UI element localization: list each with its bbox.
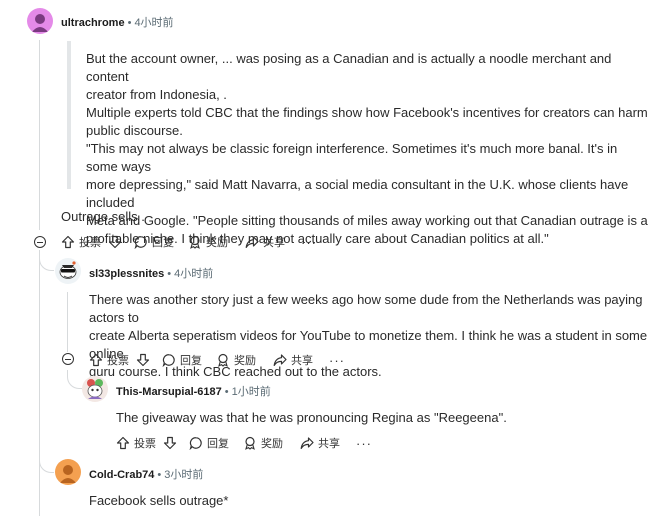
reply-button[interactable]: 回复	[162, 352, 202, 368]
downvote-button[interactable]	[136, 353, 150, 367]
award-icon	[190, 235, 200, 249]
separator-dot: •	[224, 386, 229, 398]
reply-button[interactable]: 回复	[189, 435, 229, 451]
share-icon	[245, 236, 259, 248]
separator-dot: •	[167, 268, 172, 280]
snoo-avatar-icon	[87, 379, 103, 399]
share-label: 共享	[291, 355, 313, 367]
timestamp[interactable]: 3小时前	[164, 469, 203, 481]
avatar[interactable]	[55, 459, 81, 485]
comment-text: The giveaway was that he was pronouncing…	[116, 410, 507, 425]
upvote-button[interactable]: 投票	[61, 234, 101, 250]
avatar[interactable]	[55, 258, 81, 284]
speech-bubble-icon	[162, 354, 175, 367]
quote-line: "This may not always be classic foreign …	[86, 141, 618, 174]
reply-label: 回复	[207, 438, 229, 450]
arrow-down-icon	[136, 353, 150, 367]
share-button[interactable]: 共享	[245, 234, 285, 250]
comment-meta: ultrachrome • 4小时前	[61, 14, 174, 30]
comment-text: Facebook sells outrage*	[89, 493, 229, 508]
reply-label: 回复	[180, 355, 202, 367]
vote-label: 投票	[134, 438, 156, 450]
arrow-up-icon	[89, 353, 103, 367]
share-button[interactable]: 共享	[300, 435, 340, 451]
thread-line-main-lower	[39, 250, 40, 516]
thread-line-main	[39, 40, 40, 230]
username[interactable]: ultrachrome	[61, 17, 125, 29]
award-label: 奖励	[206, 237, 228, 249]
thread-curve-3	[67, 370, 82, 389]
quote-line: public discourse.	[86, 123, 183, 138]
comment-meta: sl33plessnites • 4小时前	[89, 265, 213, 281]
quote-line: creator from Indonesia, .	[86, 87, 227, 102]
reply-button[interactable]: 回复	[134, 234, 174, 250]
arrow-up-icon	[61, 235, 75, 249]
thread-curve-4	[39, 452, 54, 473]
quote-line: Multiple experts told CBC that the findi…	[86, 105, 648, 120]
comment-meta: This-Marsupial-6187 • 1小时前	[116, 383, 271, 399]
comment-text: Outrage sells .	[61, 209, 145, 224]
comment-actions: 投票 回复 奖励 共享 ···	[61, 233, 317, 251]
blockquote: But the account owner, ... was posing as…	[67, 41, 651, 246]
thread-line-sub	[67, 292, 68, 352]
share-icon	[300, 437, 314, 449]
upvote-button[interactable]: 投票	[89, 352, 129, 368]
award-icon	[218, 353, 228, 367]
thread-curve-1	[39, 252, 54, 271]
username[interactable]: This-Marsupial-6187	[116, 386, 222, 398]
more-options-button[interactable]: ···	[356, 436, 372, 451]
timestamp[interactable]: 4小时前	[174, 268, 213, 280]
avatar[interactable]	[27, 8, 53, 34]
collapse-thread-button[interactable]	[62, 353, 74, 365]
share-icon	[273, 354, 287, 366]
share-label: 共享	[318, 438, 340, 450]
share-button[interactable]: 共享	[273, 352, 313, 368]
arrow-down-icon	[108, 235, 122, 249]
user-avatar-icon	[32, 14, 48, 32]
quote-line: Meta and Google. "People sitting thousan…	[86, 213, 648, 228]
avatar[interactable]	[82, 376, 108, 402]
speech-bubble-icon	[134, 236, 147, 249]
timestamp[interactable]: 1小时前	[232, 386, 271, 398]
award-label: 奖励	[234, 355, 256, 367]
more-options-button[interactable]: ···	[329, 353, 345, 368]
speech-bubble-icon	[189, 437, 202, 450]
comment-meta: Cold-Crab74 • 3小时前	[89, 466, 203, 482]
timestamp[interactable]: 4小时前	[134, 17, 173, 29]
quote-line: more depressing," said Matt Navarra, a s…	[86, 177, 629, 210]
comment-line: There was another story just a few weeks…	[89, 292, 643, 325]
username[interactable]: Cold-Crab74	[89, 469, 154, 481]
award-button[interactable]: 奖励	[216, 352, 256, 368]
username[interactable]: sl33plessnites	[89, 268, 164, 280]
award-icon	[245, 436, 255, 450]
separator-dot: •	[127, 17, 132, 29]
arrow-down-icon	[163, 436, 177, 450]
award-button[interactable]: 奖励	[243, 435, 283, 451]
user-avatar-icon	[60, 465, 76, 483]
arrow-up-icon	[116, 436, 130, 450]
award-button[interactable]: 奖励	[188, 234, 228, 250]
comment-actions: 投票 回复 奖励 共享 ···	[89, 351, 345, 369]
quote-line: But the account owner, ... was posing as…	[86, 51, 612, 84]
comment-actions: 投票 回复 奖励 共享 ···	[116, 434, 372, 452]
share-label: 共享	[263, 237, 285, 249]
vote-label: 投票	[79, 237, 101, 249]
reply-label: 回复	[152, 237, 174, 249]
snoo-avatar-icon	[59, 261, 77, 279]
downvote-button[interactable]	[163, 436, 177, 450]
more-options-button[interactable]: ···	[301, 235, 317, 250]
upvote-button[interactable]: 投票	[116, 435, 156, 451]
collapse-thread-button[interactable]	[34, 236, 46, 248]
separator-dot: •	[157, 469, 162, 481]
award-label: 奖励	[261, 438, 283, 450]
vote-label: 投票	[107, 355, 129, 367]
downvote-button[interactable]	[108, 235, 122, 249]
